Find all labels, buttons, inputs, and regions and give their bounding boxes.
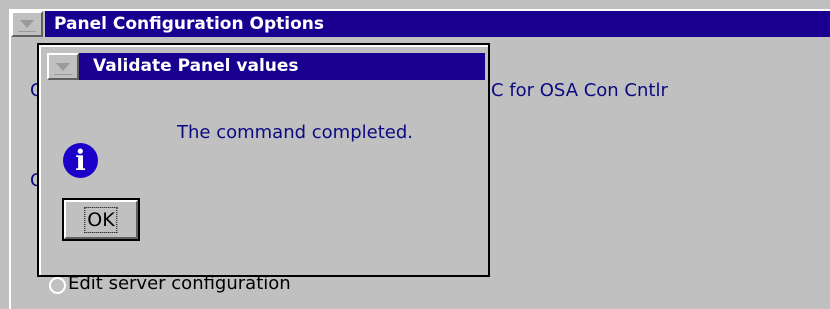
panel-title: Panel Configuration Options xyxy=(54,14,324,34)
panel-title-bar: Panel Configuration Options xyxy=(45,11,830,37)
ok-button-frame: OK xyxy=(62,198,140,241)
dialog-message: The command completed. xyxy=(177,122,413,143)
option-label-partial: C for OSA Con Cntlr xyxy=(491,80,668,101)
ok-button-label: OK xyxy=(84,206,118,233)
ok-button[interactable]: OK xyxy=(64,200,138,239)
dialog-title-bar: Validate Panel values xyxy=(79,53,485,80)
panel-system-menu-icon[interactable] xyxy=(11,11,43,37)
dialog-title: Validate Panel values xyxy=(93,56,299,76)
validate-panel-dialog: Validate Panel values The command comple… xyxy=(37,43,490,277)
edit-server-configuration-radio[interactable] xyxy=(49,277,66,294)
dialog-frame: Validate Panel values The command comple… xyxy=(39,45,488,275)
dialog-system-menu-icon[interactable] xyxy=(47,53,79,80)
information-icon: i xyxy=(63,143,98,178)
